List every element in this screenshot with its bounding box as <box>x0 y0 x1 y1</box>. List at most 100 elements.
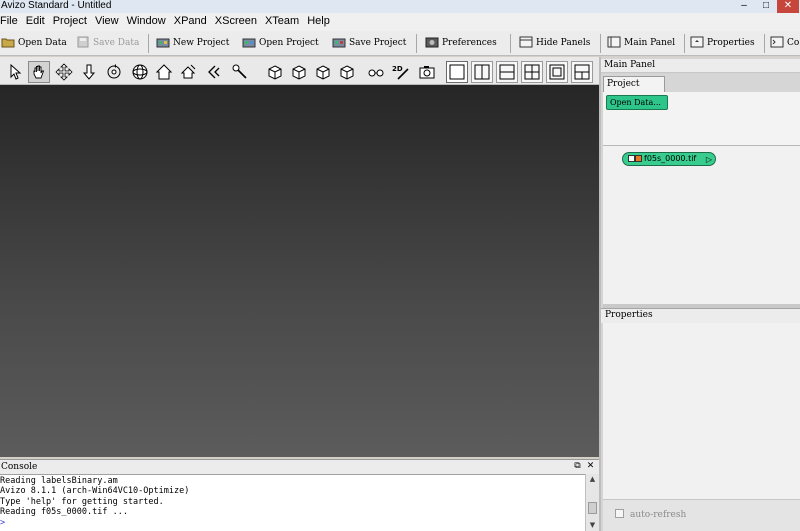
layout-horizontal-icon <box>499 64 515 80</box>
main-toolbar: Open Data Save Data New Project Open Pro… <box>0 31 800 56</box>
auto-refresh-label: auto-refresh <box>630 510 687 520</box>
console-float-icon[interactable]: ⧉ <box>572 461 583 472</box>
3d-viewer[interactable] <box>0 85 599 457</box>
view-y-tool[interactable] <box>288 61 310 83</box>
fullscreen-icon <box>549 64 565 80</box>
view-z-tool[interactable] <box>312 61 334 83</box>
maximize-button[interactable]: □ <box>755 0 777 13</box>
view-x-tool[interactable] <box>264 61 286 83</box>
console-button[interactable]: Co <box>770 33 799 54</box>
properties-header: Properties <box>601 308 800 323</box>
viewer-toolbar: 2D <box>0 57 599 85</box>
open-project-icon <box>242 38 256 47</box>
2d-mode-tool[interactable]: 2D <box>390 61 412 83</box>
new-project-icon <box>156 38 170 47</box>
set-home-tool[interactable] <box>177 61 199 83</box>
menu-help[interactable]: Help <box>307 13 333 30</box>
close-button[interactable]: ✕ <box>777 0 799 13</box>
set-home-icon <box>180 64 196 79</box>
node-port-icon[interactable] <box>635 155 642 162</box>
console-scrollbar[interactable]: ▲ ▼ <box>585 474 599 531</box>
preferences-button[interactable]: Preferences <box>425 33 497 54</box>
hand-tool[interactable] <box>28 61 50 83</box>
menu-window[interactable]: Window <box>127 13 169 30</box>
scroll-up-icon[interactable]: ▲ <box>588 475 597 483</box>
auto-refresh-toggle[interactable]: auto-refresh <box>615 509 686 521</box>
project-view-canvas[interactable]: f05s_0000.tif ▷ <box>603 146 800 304</box>
toolbar-separator <box>148 34 149 53</box>
menu-xpand[interactable]: XPand <box>174 13 210 30</box>
trackball-tool[interactable] <box>129 61 151 83</box>
layout-quad-button[interactable] <box>521 61 543 83</box>
minimize-button[interactable]: – <box>733 0 755 13</box>
toolbar-separator <box>416 34 417 53</box>
console-title: Console <box>1 462 38 472</box>
zoom-tool[interactable] <box>78 61 100 83</box>
stereo-tool[interactable] <box>365 61 387 83</box>
console-line: Avizo 8.1.1 (arch-Win64VC10-Optimize) <box>0 486 190 497</box>
node-menu-arrow-icon[interactable]: ▷ <box>706 154 712 165</box>
snapshot-tool[interactable] <box>416 61 438 83</box>
panel-icon <box>607 36 621 47</box>
tab-strip: Project View <box>601 74 800 104</box>
layout-options-icon <box>574 64 590 80</box>
camera-settings-icon <box>425 37 439 47</box>
new-project-button[interactable]: New Project <box>156 33 229 54</box>
tab-project-view[interactable]: Project View <box>603 76 665 104</box>
layout-vertical-icon <box>474 64 490 80</box>
pointer-tool[interactable] <box>4 61 26 83</box>
menu-view[interactable]: View <box>95 13 122 30</box>
window-title: Avizo Standard - Untitled <box>1 0 112 11</box>
properties-icon <box>690 36 704 47</box>
home-tool[interactable] <box>153 61 175 83</box>
trackball-icon <box>132 64 148 80</box>
move-arrows-icon <box>55 63 73 81</box>
console-icon <box>770 36 784 47</box>
right-panel: Main Panel Project View Open Data... f05… <box>599 57 800 531</box>
main-panel-button[interactable]: Main Panel <box>607 33 675 54</box>
toolbar-separator <box>684 34 685 53</box>
project-view-toolbar: Open Data... <box>603 92 800 146</box>
layout-options-button[interactable] <box>571 61 593 83</box>
scroll-thumb[interactable] <box>588 502 597 514</box>
layout-single-button[interactable] <box>446 61 468 83</box>
open-project-button[interactable]: Open Project <box>242 33 319 54</box>
fullscreen-button[interactable] <box>546 61 568 83</box>
open-data-button[interactable]: Open Data <box>1 33 67 54</box>
menu-bar: File Edit Project View Window XPand XScreen XTe… <box>0 13 800 31</box>
console-line: Reading labelsBinary.am <box>0 476 118 486</box>
rotate-tool[interactable] <box>103 61 125 83</box>
menu-file[interactable]: File <box>0 13 21 30</box>
layout-horizontal-button[interactable] <box>496 61 518 83</box>
menu-edit[interactable]: Edit <box>26 13 48 30</box>
properties-footer: auto-refresh <box>603 499 800 531</box>
scroll-down-icon[interactable]: ▼ <box>588 521 597 529</box>
toolbar-separator <box>510 34 511 53</box>
save-project-button[interactable]: Save Project <box>332 33 406 54</box>
folder-open-icon <box>1 38 15 47</box>
2d-label: 2D <box>392 65 403 73</box>
save-data-button[interactable]: Save Data <box>76 33 139 54</box>
layout-vertical-button[interactable] <box>471 61 493 83</box>
data-node[interactable]: f05s_0000.tif ▷ <box>622 152 716 166</box>
menu-xteam[interactable]: XTeam <box>265 13 302 30</box>
view-xy-tool[interactable] <box>336 61 358 83</box>
console-close-icon[interactable]: ✕ <box>585 461 596 472</box>
pointer-icon <box>10 63 22 80</box>
seek-tool[interactable] <box>229 61 251 83</box>
cube-view-icon <box>292 65 306 80</box>
title-bar: Avizo Standard - Untitled – □ ✕ <box>0 0 800 13</box>
properties-button[interactable]: Properties <box>690 33 755 54</box>
console-output[interactable]: Reading labelsBinary.am Avizo 8.1.1 (arc… <box>0 474 585 531</box>
open-data-panel-button[interactable]: Open Data... <box>606 95 668 110</box>
pan-tool[interactable] <box>53 61 75 83</box>
save-project-icon <box>332 38 346 47</box>
node-toggle-icon[interactable] <box>628 155 635 162</box>
menu-project[interactable]: Project <box>53 13 90 30</box>
auto-refresh-checkbox[interactable] <box>615 509 624 518</box>
view-all-tool[interactable] <box>203 61 225 83</box>
menu-xscreen[interactable]: XScreen <box>215 13 260 30</box>
hide-panels-button[interactable]: Hide Panels <box>519 33 590 54</box>
cube-view-icon <box>268 65 282 80</box>
console-prompt[interactable]: > <box>0 518 585 528</box>
